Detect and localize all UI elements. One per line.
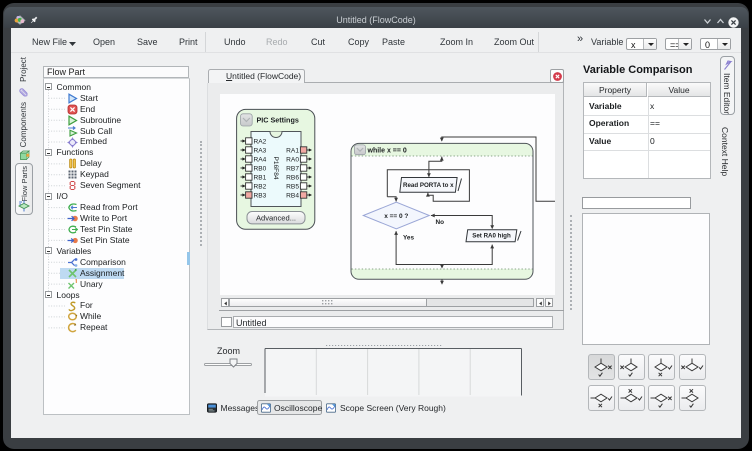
svg-text:Read PORTA to x: Read PORTA to x [403, 182, 454, 189]
svg-text:RB0: RB0 [254, 166, 267, 173]
svg-text:RA3: RA3 [254, 148, 267, 155]
svg-text:No: No [436, 219, 445, 226]
svg-text:RB3: RB3 [254, 193, 267, 200]
svg-text:RB7: RB7 [286, 166, 299, 173]
svg-text:while x == 0: while x == 0 [367, 148, 407, 155]
svg-text:RB1: RB1 [254, 175, 267, 182]
svg-text:PIC Settings: PIC Settings [257, 115, 299, 124]
svg-text:Set RA0 high: Set RA0 high [472, 233, 511, 240]
svg-text:RA2: RA2 [254, 139, 267, 146]
svg-text:RA1: RA1 [286, 148, 299, 155]
svg-text:Advanced...: Advanced... [256, 213, 296, 222]
svg-text:RB2: RB2 [254, 184, 267, 191]
svg-text:x == 0 ?: x == 0 ? [384, 213, 408, 220]
svg-text:RA4: RA4 [254, 157, 267, 164]
svg-text:RB5: RB5 [286, 184, 299, 191]
svg-text:RA0: RA0 [286, 157, 299, 164]
svg-text:RB6: RB6 [286, 175, 299, 182]
svg-text:Yes: Yes [403, 234, 414, 241]
svg-text:P16F84: P16F84 [272, 156, 279, 179]
svg-text:RB4: RB4 [286, 193, 299, 200]
